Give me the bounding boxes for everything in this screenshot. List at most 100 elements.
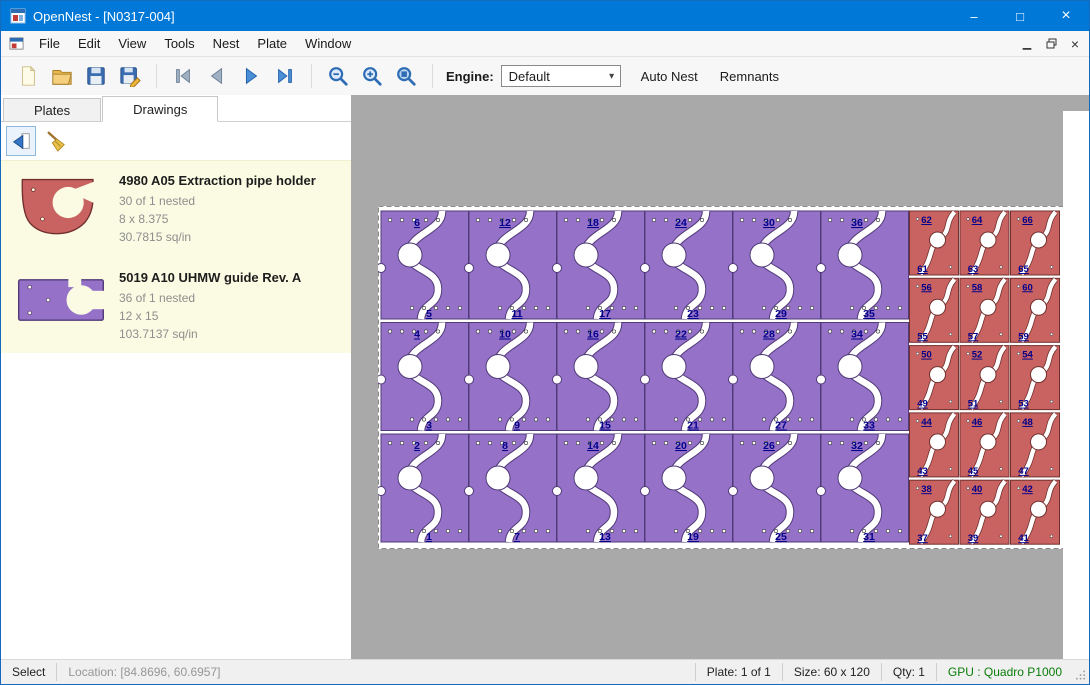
- nested-part-pair[interactable]: 5655: [910, 278, 959, 342]
- save-button[interactable]: [81, 61, 111, 91]
- clear-button[interactable]: [41, 126, 71, 156]
- status-size: Size: 60 x 120: [783, 660, 881, 684]
- menu-edit[interactable]: Edit: [69, 31, 109, 56]
- maximize-button[interactable]: □: [997, 1, 1043, 31]
- zoom-in-button[interactable]: [357, 61, 387, 91]
- nested-part-pair[interactable]: 3837: [910, 480, 959, 544]
- nested-part-pair[interactable]: 5251: [960, 346, 1009, 410]
- nested-part-pair[interactable]: 3029: [729, 211, 821, 320]
- nested-part-pair[interactable]: 3433: [817, 323, 909, 432]
- nested-part-pair[interactable]: 4443: [910, 413, 959, 477]
- part-number: 41: [1018, 533, 1029, 544]
- tab-drawings[interactable]: Drawings: [102, 96, 218, 122]
- first-plate-button[interactable]: [168, 61, 198, 91]
- zoom-out-icon: [327, 65, 349, 87]
- close-button[interactable]: ×: [1043, 1, 1089, 31]
- nested-part-pair[interactable]: 4241: [1011, 480, 1060, 544]
- nested-part-pair[interactable]: 5453: [1011, 346, 1060, 410]
- nested-part-pair[interactable]: 6665: [1011, 211, 1060, 275]
- nested-part-pair[interactable]: 1413: [553, 434, 645, 543]
- document-icon[interactable]: [9, 36, 24, 51]
- last-plate-button[interactable]: [270, 61, 300, 91]
- status-qty: Qty: 1: [882, 660, 936, 684]
- mdi-close-icon[interactable]: ×: [1066, 35, 1084, 53]
- nested-part-pair[interactable]: 6059: [1011, 278, 1060, 342]
- menu-file[interactable]: File: [30, 31, 69, 56]
- blue-arrow-left-icon: [10, 130, 32, 152]
- menu-view[interactable]: View: [109, 31, 155, 56]
- nested-part-pair[interactable]: 21: [378, 434, 469, 543]
- part-number: 17: [599, 308, 611, 320]
- toolbar-separator: [432, 64, 433, 88]
- menu-plate[interactable]: Plate: [248, 31, 296, 56]
- nested-part-pair[interactable]: 109: [465, 323, 557, 432]
- mdi-restore-icon[interactable]: [1042, 35, 1060, 53]
- nested-part-pair[interactable]: 2019: [641, 434, 733, 543]
- nest-canvas[interactable]: 6512111817242330293635431091615222128273…: [351, 95, 1089, 659]
- nested-part-pair[interactable]: 3231: [817, 434, 909, 543]
- part-number: 54: [1022, 350, 1033, 361]
- menu-window[interactable]: Window: [296, 31, 360, 56]
- nested-part-pair[interactable]: 6463: [960, 211, 1009, 275]
- nested-part-pair[interactable]: 1817: [553, 211, 645, 320]
- zoom-fit-button[interactable]: [391, 61, 421, 91]
- list-item[interactable]: 5019 A10 UHMW guide Rev. A 36 of 1 neste…: [1, 258, 351, 353]
- tab-plates[interactable]: Plates: [3, 98, 101, 121]
- nested-part-pair[interactable]: 87: [465, 434, 557, 543]
- drawing-size: 12 x 15: [119, 307, 301, 325]
- mdi-minimize-icon[interactable]: ▁: [1018, 35, 1036, 53]
- remnants-button[interactable]: Remnants: [710, 63, 789, 89]
- nested-part-pair[interactable]: 4039: [960, 480, 1009, 544]
- new-file-button[interactable]: [13, 61, 43, 91]
- menu-tools[interactable]: Tools: [155, 31, 203, 56]
- auto-nest-button[interactable]: Auto Nest: [631, 63, 708, 89]
- toolbar-separator: [156, 64, 157, 88]
- part-number: 26: [763, 440, 775, 452]
- status-mode: Select: [1, 660, 56, 684]
- main-toolbar: Engine: Default ▾ Auto Nest Remnants: [1, 57, 1089, 95]
- part-number: 18: [587, 217, 599, 229]
- part-number: 47: [1018, 466, 1029, 477]
- nested-part-pair[interactable]: 5049: [910, 346, 959, 410]
- previous-plate-button[interactable]: [202, 61, 232, 91]
- nested-part-pair[interactable]: 2625: [729, 434, 821, 543]
- list-item[interactable]: 4980 A05 Extraction pipe holder 30 of 1 …: [1, 161, 351, 258]
- nested-part-pair[interactable]: 4847: [1011, 413, 1060, 477]
- drawings-list: 4980 A05 Extraction pipe holder 30 of 1 …: [1, 160, 351, 353]
- nested-part-pair[interactable]: 65: [378, 211, 469, 320]
- resize-grip-icon[interactable]: [1073, 660, 1089, 684]
- nested-part-pair[interactable]: 1615: [553, 323, 645, 432]
- nested-part-pair[interactable]: 1211: [465, 211, 557, 320]
- save-icon: [85, 65, 107, 87]
- nested-part-pair[interactable]: 2827: [729, 323, 821, 432]
- nested-part-pair[interactable]: 4645: [960, 413, 1009, 477]
- open-file-button[interactable]: [47, 61, 77, 91]
- part-number: 9: [514, 420, 520, 432]
- save-as-button[interactable]: [115, 61, 145, 91]
- nested-part-pair[interactable]: 6261: [910, 211, 959, 275]
- nested-part-pair[interactable]: 2423: [641, 211, 733, 320]
- nested-part-pair[interactable]: 43: [378, 323, 469, 432]
- part-number: 37: [917, 533, 928, 544]
- part-number: 49: [917, 399, 928, 410]
- minimize-button[interactable]: –: [951, 1, 997, 31]
- part-number: 32: [851, 440, 863, 452]
- menu-nest[interactable]: Nest: [204, 31, 249, 56]
- part-number: 28: [763, 329, 775, 341]
- nested-part-pair[interactable]: 2221: [641, 323, 733, 432]
- send-to-plate-button[interactable]: [6, 126, 36, 156]
- part-number: 1: [426, 531, 432, 543]
- plate-svg[interactable]: 6512111817242330293635431091615222128273…: [378, 206, 1064, 549]
- engine-select[interactable]: Default ▾: [501, 65, 621, 87]
- drawing-area: 103.7137 sq/in: [119, 325, 301, 343]
- drawing-nested: 36 of 1 nested: [119, 289, 301, 307]
- nested-part-pair[interactable]: 5857: [960, 278, 1009, 342]
- zoom-out-button[interactable]: [323, 61, 353, 91]
- next-plate-button[interactable]: [236, 61, 266, 91]
- nested-part-pair[interactable]: 3635: [817, 211, 909, 320]
- part-number: 2: [414, 440, 420, 452]
- plate[interactable]: 6512111817242330293635431091615222128273…: [378, 206, 1064, 549]
- vertical-scrollbar[interactable]: [1063, 111, 1089, 659]
- part-number: 3: [426, 420, 432, 432]
- status-location: Location: [84.8696, 60.6957]: [57, 660, 231, 684]
